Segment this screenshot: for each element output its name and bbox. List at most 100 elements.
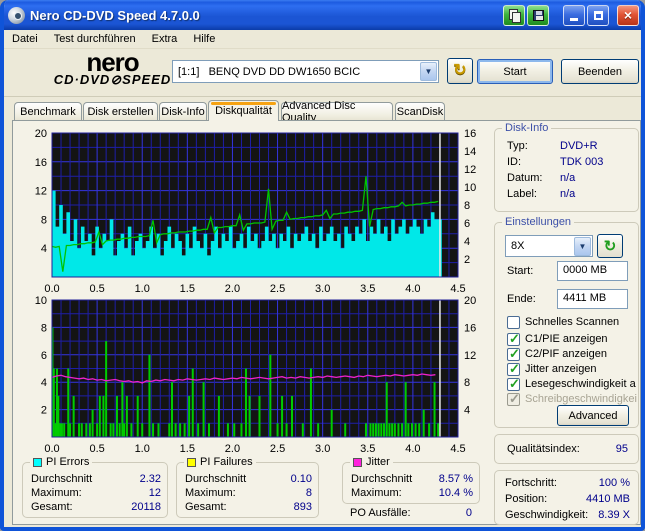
svg-text:4: 4 bbox=[41, 377, 47, 389]
save-results-button[interactable] bbox=[527, 4, 549, 26]
minimize-button[interactable] bbox=[563, 4, 585, 26]
check-icon: ✓ bbox=[509, 345, 520, 361]
svg-text:4.5: 4.5 bbox=[450, 443, 465, 455]
svg-text:1.0: 1.0 bbox=[135, 443, 150, 455]
drive-tools-button[interactable]: ↻ bbox=[447, 58, 473, 84]
window-title: Nero CD-DVD Speed 4.7.0.0 bbox=[30, 7, 200, 23]
svg-text:6: 6 bbox=[464, 218, 470, 230]
svg-text:3.0: 3.0 bbox=[315, 443, 330, 455]
maximize-button[interactable] bbox=[587, 4, 609, 26]
start-position-field[interactable]: 0000 MB bbox=[557, 261, 628, 281]
svg-text:10: 10 bbox=[35, 295, 47, 307]
checkbox-jitter[interactable]: ✓ Jitter anzeigen bbox=[507, 361, 597, 376]
checkbox-box: ✓ bbox=[507, 331, 520, 346]
app-cd-icon bbox=[8, 6, 25, 24]
tab-advanced-disc-quality[interactable]: Advanced Disc Quality bbox=[281, 100, 393, 124]
tab-diskqualitaet[interactable]: Diskqualität bbox=[208, 100, 279, 121]
quality-index-value: 95 bbox=[615, 443, 628, 455]
svg-text:4: 4 bbox=[41, 243, 47, 255]
svg-text:2.5: 2.5 bbox=[270, 443, 285, 455]
svg-text:0.0: 0.0 bbox=[44, 443, 59, 455]
tab-benchmark[interactable]: Benchmark bbox=[14, 102, 82, 120]
svg-text:8: 8 bbox=[464, 200, 470, 212]
pi-failures-stats-title: PI Failures bbox=[184, 456, 256, 468]
menu-extra[interactable]: Extra bbox=[152, 33, 178, 45]
checkbox-c2-pif[interactable]: ✓ C2/PIF anzeigen bbox=[507, 345, 607, 361]
jitter-stats-title: Jitter bbox=[350, 456, 393, 468]
copy-icon bbox=[508, 9, 521, 23]
checkbox-box: ✓ bbox=[507, 361, 520, 376]
tab-disk-erstellen[interactable]: Disk erstellen bbox=[83, 102, 158, 120]
drive-select-value: [1:1] BENQ DVD DD DW1650 BCIC bbox=[178, 65, 361, 78]
checkbox-c1-pie[interactable]: ✓ C1/PIE anzeigen bbox=[507, 331, 608, 346]
chevron-down-icon[interactable]: ▼ bbox=[574, 236, 591, 256]
svg-text:8: 8 bbox=[41, 322, 47, 334]
scan-speed-value: 8X bbox=[511, 240, 525, 252]
progress-panel: Fortschritt: 100 % Position: 4410 MB Ges… bbox=[494, 470, 639, 525]
nero-logo: nero CD·DVD⊘SPEED bbox=[53, 47, 172, 87]
svg-text:20: 20 bbox=[35, 128, 47, 140]
scan-speed-select[interactable]: 8X ▼ bbox=[505, 235, 593, 257]
disk-info-row: Label: n/a bbox=[507, 188, 576, 200]
save-icon bbox=[532, 9, 544, 21]
checkbox-box: ✓ bbox=[507, 315, 520, 329]
app-window: Nero CD-DVD Speed 4.7.0.0 × Datei Test d… bbox=[0, 0, 645, 531]
speed-row: Geschwindigkeit: 8.39 X bbox=[505, 509, 630, 521]
check-icon: ✓ bbox=[509, 390, 520, 406]
svg-text:4.0: 4.0 bbox=[405, 443, 420, 455]
svg-text:12: 12 bbox=[464, 164, 476, 176]
check-icon: ✓ bbox=[509, 375, 520, 391]
pi-failures-stats: PI Failures Durchschnitt 0.10 Maximum: 8 G… bbox=[176, 456, 319, 518]
disk-info-row: ID: TDK 003 bbox=[507, 156, 604, 168]
minimize-icon bbox=[570, 18, 578, 21]
checkbox-box: ✓ bbox=[507, 390, 520, 406]
svg-text:2: 2 bbox=[41, 405, 47, 417]
svg-text:2.0: 2.0 bbox=[225, 443, 240, 455]
quit-button[interactable]: Beenden bbox=[561, 59, 639, 84]
checkbox-schreibgeschwindigkeit[interactable]: ✓ Schreibgeschwindigkei bbox=[507, 390, 637, 406]
settings-title: Einstellungen bbox=[502, 216, 575, 228]
disk-info-title: Disk-Info bbox=[502, 122, 552, 134]
export-results-button[interactable] bbox=[503, 4, 525, 26]
chevron-down-icon[interactable]: ▼ bbox=[420, 62, 437, 81]
svg-text:8: 8 bbox=[41, 214, 47, 226]
svg-text:10: 10 bbox=[464, 182, 476, 194]
checkbox-box: ✓ bbox=[507, 345, 520, 361]
settings-group: Einstellungen 8X ▼ ↻ Start: 0000 MB Ende… bbox=[494, 216, 639, 428]
close-icon: × bbox=[623, 7, 633, 23]
close-button[interactable]: × bbox=[617, 4, 639, 26]
end-position-field[interactable]: 4411 MB bbox=[557, 289, 628, 309]
start-button[interactable]: Start bbox=[477, 59, 553, 84]
drive-select[interactable]: [1:1] BENQ DVD DD DW1650 BCIC ▼ bbox=[172, 60, 439, 83]
checkbox-lesegeschwindigkeit[interactable]: ✓ Lesegeschwindigkeit a bbox=[507, 375, 636, 391]
svg-text:1.5: 1.5 bbox=[180, 443, 195, 455]
po-failures-row: PO Ausfälle: 0 bbox=[350, 507, 472, 519]
quality-index-label: Qualitätsindex: bbox=[507, 443, 580, 455]
pi-errors-chart: 481216202468101214160.0 0.5 1.0 1.5 2.0 2.5 3.… bbox=[35, 128, 477, 294]
menu-hilfe[interactable]: Hilfe bbox=[193, 33, 215, 45]
svg-text:0.5: 0.5 bbox=[89, 443, 104, 455]
tab-scandisk[interactable]: ScanDisk bbox=[395, 102, 445, 120]
svg-text:4: 4 bbox=[464, 236, 470, 248]
checkbox-schnelles-scannen[interactable]: ✓ Schnelles Scannen bbox=[507, 315, 619, 329]
checkbox-box: ✓ bbox=[507, 375, 520, 391]
menu-test-durchfuehren[interactable]: Test durchführen bbox=[54, 33, 136, 45]
menu-datei[interactable]: Datei bbox=[12, 33, 38, 45]
svg-text:16: 16 bbox=[35, 157, 47, 169]
quality-index-panel: Qualitätsindex: 95 bbox=[494, 434, 639, 464]
refresh-button[interactable]: ↻ bbox=[597, 234, 623, 258]
maximize-icon bbox=[593, 10, 603, 20]
pie-legend-swatch bbox=[33, 457, 42, 467]
pi-failures-chart: 2 4 6 8 10 4 8 12 16 20 0.0 0.5 1.0 1.5 2.0 2.5 3.0 3.5 4.… bbox=[35, 295, 477, 455]
svg-text:20: 20 bbox=[464, 295, 476, 307]
svg-text:2: 2 bbox=[464, 254, 470, 266]
svg-text:4: 4 bbox=[464, 405, 470, 417]
advanced-button[interactable]: Advanced bbox=[557, 405, 629, 426]
pi-errors-stats: PI Errors Durchschnitt 2.32 Maximum: 12 Ge… bbox=[22, 456, 168, 518]
titlebar: Nero CD-DVD Speed 4.7.0.0 × bbox=[4, 0, 641, 30]
refresh-icon: ↻ bbox=[603, 238, 617, 255]
progress-row: Fortschritt: 100 % bbox=[505, 477, 630, 489]
tab-disk-info[interactable]: Disk-Info bbox=[159, 102, 207, 120]
svg-text:12: 12 bbox=[464, 350, 476, 362]
svg-text:14: 14 bbox=[464, 146, 476, 158]
